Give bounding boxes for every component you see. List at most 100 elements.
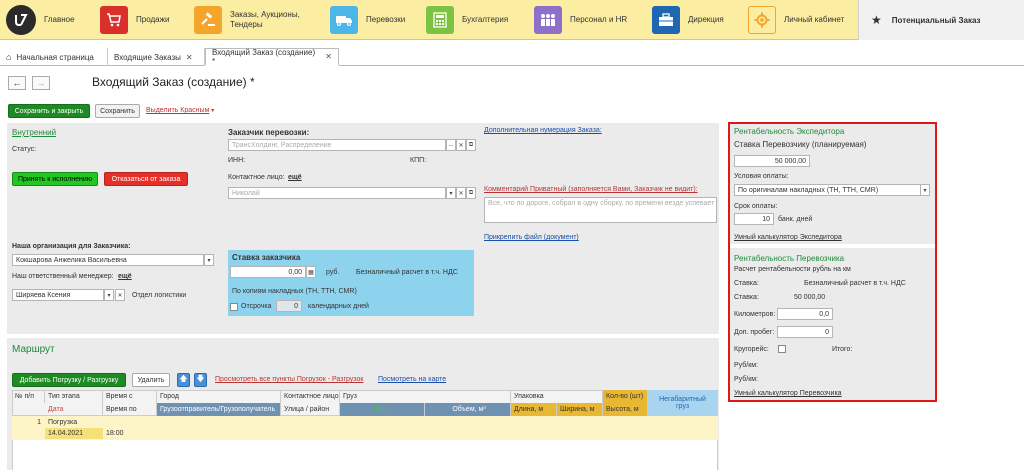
clear-icon[interactable]: ✕: [115, 289, 125, 301]
nav-item-account[interactable]: Личный кабинет: [748, 0, 844, 40]
round-trip-checkbox[interactable]: [778, 345, 786, 353]
nav-item-orders[interactable]: Заказы, Аукционы, Тендеры: [194, 0, 300, 40]
payment-term-input[interactable]: 10: [734, 213, 774, 225]
contact-input[interactable]: Николай: [228, 187, 446, 199]
attach-file-link[interactable]: Прикрепить файл (документ): [484, 234, 579, 241]
carrier-rate-value: 50 000,00: [774, 157, 806, 165]
chevron-down-icon[interactable]: ▾: [446, 187, 456, 199]
carrier-calc-link[interactable]: Умный калькулятор Перевозчика: [734, 390, 842, 397]
col-city: Город: [157, 390, 281, 403]
carrier-rate-input[interactable]: 50 000,00: [734, 155, 810, 167]
chevron-down-icon[interactable]: ▾: [920, 184, 930, 196]
row-stage: Погрузка: [48, 419, 78, 426]
nav-label: Личный кабинет: [784, 15, 845, 24]
col-weight: Вес, т: [340, 403, 425, 416]
customer-input[interactable]: ТрансХолдинг, Распределение: [228, 139, 446, 151]
nav-item-accounting[interactable]: Бухгалтерия: [426, 0, 508, 40]
carrier-subtitle: Расчет рентабельности рубль на км: [734, 266, 851, 273]
private-comment-label[interactable]: Комментарий Приватный (заполняется Вами,…: [484, 186, 698, 193]
tab-home[interactable]: ⌂ Начальная страница: [0, 48, 108, 66]
nav-label: Главное: [44, 15, 75, 24]
manager-input[interactable]: Ширяева Ксения: [12, 289, 104, 301]
arrow-up-icon: 🡅: [179, 374, 188, 383]
expeditor-subtitle: Ставка Перевозчику (планируемая): [734, 140, 867, 149]
col-length: Длина, м: [511, 403, 557, 416]
payment-basis-label: По копиям накладных (ТН, ТТН, CMR): [232, 288, 357, 295]
clear-icon[interactable]: ✕: [456, 187, 466, 199]
nav-item-hr[interactable]: Персонал и HR: [534, 0, 627, 40]
move-up-button[interactable]: 🡅: [177, 373, 190, 387]
close-icon[interactable]: ✕: [325, 52, 332, 61]
nav-item-directorate[interactable]: Дирекция: [652, 0, 724, 40]
nav-label: Персонал и HR: [570, 15, 628, 24]
extra-numbering-link[interactable]: Дополнительная нумерация Заказа:: [484, 127, 602, 134]
nav-label: Перевозки: [366, 15, 406, 24]
view-all-stops-link[interactable]: Просмотреть все пункты Погрузок - Разгру…: [215, 376, 363, 383]
panel-divider: [730, 244, 935, 248]
home-icon: ⌂: [6, 52, 12, 62]
org-title: Наша организация для Заказчика:: [12, 243, 131, 250]
potential-order-button[interactable]: ★ Потенциальный Заказ: [858, 0, 1024, 40]
km-value: 0,0: [819, 310, 829, 318]
org-input[interactable]: Кокшарова Анжелика Васильевна: [12, 254, 204, 266]
delay-input[interactable]: 0: [276, 300, 302, 312]
payment-type-label: Безналичный расчет в т.ч. НДС: [356, 269, 458, 276]
more-button[interactable]: ...: [446, 139, 456, 151]
tab-bar: ⌂ Начальная страница Входящие Заказы ✕ В…: [0, 48, 1024, 66]
close-icon[interactable]: ✕: [186, 53, 193, 62]
payment-terms-select[interactable]: По оригиналам накладных (ТН, ТТН, CMR): [734, 184, 921, 196]
highlight-red-dropdown[interactable]: Выделить Красным ▾: [146, 107, 214, 114]
km-input[interactable]: 0,0: [777, 308, 833, 320]
highlight-red-label: Выделить Красным: [146, 107, 210, 114]
view-on-map-link[interactable]: Посмотреть на карте: [378, 376, 446, 383]
private-comment-textarea[interactable]: Все, что по дороге, собрал в одну сборку…: [484, 197, 717, 223]
nav-label: Бухгалтерия: [462, 15, 509, 24]
extra-run-input[interactable]: 0: [777, 326, 833, 338]
customer-rate-input[interactable]: 0,00: [230, 266, 306, 278]
move-down-button[interactable]: 🡇: [194, 373, 207, 387]
row-date[interactable]: 14.04.2021: [45, 428, 103, 439]
open-icon[interactable]: ⧉: [466, 139, 476, 151]
delete-button[interactable]: Удалить: [132, 373, 170, 387]
save-and-close-button[interactable]: Сохранить и закрыть: [8, 104, 90, 118]
delay-checkbox[interactable]: [230, 303, 238, 311]
internal-section-title: Внутренний: [12, 128, 57, 137]
clear-icon[interactable]: ✕: [456, 139, 466, 151]
add-stop-button[interactable]: Добавить Погрузку / Разгрузку: [12, 373, 126, 387]
extra-run-value: 0: [825, 328, 829, 336]
arrow-left-icon: ←: [12, 78, 22, 88]
chevron-down-icon[interactable]: ▾: [104, 289, 114, 301]
accept-button[interactable]: Принять к исполнению: [12, 172, 98, 186]
nav-item-sales[interactable]: Продажи: [100, 0, 169, 40]
col-oversize: Негабаритный груз: [648, 390, 718, 416]
refuse-button[interactable]: Отказаться от заказа: [104, 172, 188, 186]
col-time-to: Время по: [103, 403, 157, 416]
contact-more-link[interactable]: ещё: [288, 174, 302, 181]
dept-label: Отдел логистики: [132, 292, 187, 299]
nav-item-transport[interactable]: Перевозки: [330, 0, 405, 40]
col-cargo: Груз: [340, 390, 511, 403]
manager-more-link[interactable]: ещё: [118, 273, 132, 280]
save-button[interactable]: Сохранить: [95, 104, 140, 118]
tab-incoming-orders[interactable]: Входящие Заказы ✕: [108, 48, 205, 66]
nav-item-main[interactable]: Главное: [6, 0, 75, 40]
col-time-from: Время с: [103, 390, 157, 403]
currency-label: руб.: [326, 269, 340, 276]
customer-placeholder: ТрансХолдинг, Распределение: [232, 141, 332, 149]
customer-rate-value: 0,00: [288, 268, 302, 276]
page-title: Входящий Заказ (создание) *: [92, 75, 255, 89]
km-label: Километров:: [734, 311, 776, 318]
col-packaging: Упаковка: [511, 390, 603, 403]
arrow-down-icon: 🡇: [196, 374, 205, 383]
delay-value: 0: [294, 302, 298, 310]
back-button[interactable]: ←: [8, 76, 26, 90]
expeditor-calc-link[interactable]: Умный калькулятор Экспедитора: [734, 234, 842, 241]
chevron-down-icon[interactable]: ▾: [204, 254, 214, 266]
carrier-title: Рентабельность Перевозчика: [734, 254, 845, 263]
delay-unit-label: календарных дней: [308, 303, 369, 310]
tab-incoming-order-create[interactable]: Входящий Заказ (создание) * ✕: [205, 48, 339, 66]
forward-button[interactable]: →: [32, 76, 50, 90]
manager-value: Ширяева Ксения: [16, 291, 71, 299]
open-icon[interactable]: ⧉: [466, 187, 476, 199]
calculator-icon[interactable]: ▦: [306, 266, 316, 278]
